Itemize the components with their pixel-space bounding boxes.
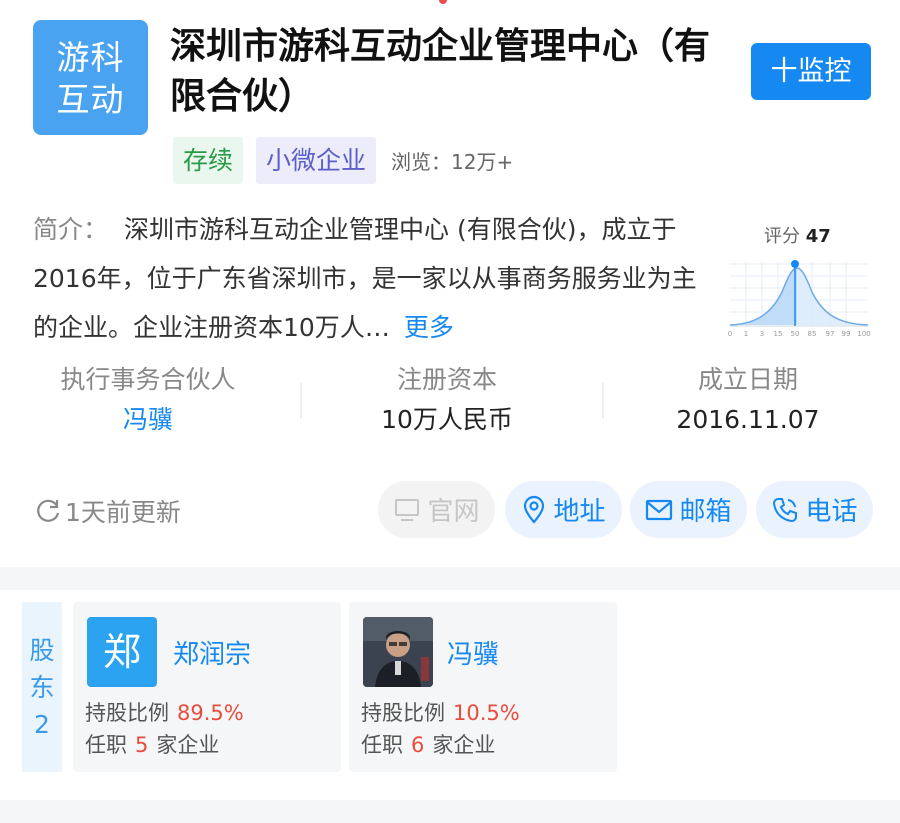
intro-text: 深圳市游科互动企业管理中心 (有限合伙)，成立于2016年，位于广东省深圳市，是… <box>33 215 697 342</box>
company-logo: 游科 互动 <box>33 20 148 135</box>
score-tick-0: 0 <box>728 330 732 338</box>
stat-value: 10万人民币 <box>381 405 513 434</box>
phone-label: 电话 <box>805 497 858 527</box>
stat-key: 注册资本 <box>396 365 497 394</box>
score-tick-8: 100 <box>857 330 870 338</box>
job-prefix: 任职 <box>361 733 403 757</box>
tag-row: 存续 小微企业 浏览：12万+ <box>173 137 513 184</box>
monitor-icon <box>395 498 420 521</box>
website-label: 官网 <box>427 497 480 527</box>
address-button[interactable]: 地址 <box>505 481 622 538</box>
size-badge: 小微企业 <box>256 137 377 184</box>
shareholder-section-label[interactable]: 股 东 2 <box>22 602 62 772</box>
shareholder-count: 2 <box>34 710 50 739</box>
score-tick-6: 97 <box>826 330 835 338</box>
label-char: 股 <box>29 636 55 665</box>
notification-dot <box>439 0 447 4</box>
score-label-text: 评分 <box>764 226 800 247</box>
intro-label: 简介： <box>33 215 109 244</box>
update-status[interactable]: 1天前更新 <box>33 493 181 529</box>
stat-partner[interactable]: 执行事务合伙人 冯骥 <box>3 360 293 440</box>
stat-capital: 注册资本 10万人民币 <box>302 360 592 440</box>
job-number: 6 <box>411 733 425 757</box>
share-ratio: 持股比例 10.5% <box>361 697 520 727</box>
shareholder-name[interactable]: 郑润宗 <box>173 634 251 671</box>
email-button[interactable]: 邮箱 <box>630 481 747 538</box>
shareholder-card[interactable]: 郑 郑润宗 持股比例 89.5% 任职 5 家企业 <box>73 602 341 772</box>
score-tick-5: 85 <box>808 330 817 338</box>
monitor-button[interactable]: 十监控 <box>751 43 871 100</box>
logo-line-2: 互动 <box>56 80 125 119</box>
share-value: 89.5% <box>177 701 244 725</box>
partner-link[interactable]: 冯骥 <box>3 400 293 440</box>
score-tick-4: 50 <box>791 330 800 338</box>
share-value: 10.5% <box>453 701 520 725</box>
stat-value: 2016.11.07 <box>676 405 820 434</box>
shareholder-name[interactable]: 冯骥 <box>447 634 499 671</box>
share-label: 持股比例 <box>361 701 445 725</box>
avatar-photo <box>363 617 433 687</box>
job-suffix: 家企业 <box>432 733 496 757</box>
status-badge: 存续 <box>173 137 244 184</box>
key-info-row: 执行事务合伙人 冯骥 注册资本 10万人民币 成立日期 2016.11.07 <box>0 360 900 450</box>
stat-founded: 成立日期 2016.11.07 <box>603 360 893 440</box>
phone-button[interactable]: 电话 <box>756 481 873 538</box>
score-tick-2: 3 <box>760 330 764 338</box>
score-tick-7: 99 <box>842 330 851 338</box>
job-number: 5 <box>135 733 149 757</box>
job-suffix: 家企业 <box>156 733 220 757</box>
job-prefix: 任职 <box>85 733 127 757</box>
intro-more-link[interactable]: 更多 <box>404 313 454 342</box>
score-label: 评分 47 <box>764 222 831 248</box>
score-widget[interactable]: 评分 47 0 1 3 15 50 85 97 99 100 <box>726 222 872 338</box>
share-ratio: 持股比例 89.5% <box>85 697 244 727</box>
update-text: 1天前更新 <box>65 498 181 527</box>
logo-line-1: 游科 <box>56 38 125 77</box>
stat-key: 成立日期 <box>697 365 798 394</box>
score-tick-3: 15 <box>774 330 783 338</box>
score-distribution-chart: 0 1 3 15 50 85 97 99 100 <box>728 260 871 338</box>
label-char: 东 <box>29 673 55 702</box>
company-title: 深圳市游科互动企业管理中心（有限合伙） <box>170 26 711 117</box>
avatar: 郑 <box>87 617 157 687</box>
refresh-icon <box>37 499 60 522</box>
email-label: 邮箱 <box>679 497 732 527</box>
view-count: 浏览：12万+ <box>391 150 514 174</box>
location-pin-icon <box>524 495 545 524</box>
job-count: 任职 6 家企业 <box>361 729 495 759</box>
company-intro: 简介： 深圳市游科互动企业管理中心 (有限合伙)，成立于2016年，位于广东省深圳… <box>33 205 708 352</box>
share-label: 持股比例 <box>85 701 169 725</box>
phone-icon <box>773 497 798 522</box>
mail-icon <box>646 499 673 520</box>
stat-key: 执行事务合伙人 <box>60 365 236 394</box>
address-label: 地址 <box>553 497 606 527</box>
website-button: 官网 <box>378 481 495 538</box>
section-divider <box>0 567 900 590</box>
section-divider <box>0 800 900 823</box>
job-count: 任职 5 家企业 <box>85 729 219 759</box>
score-value: 47 <box>805 226 831 247</box>
score-tick-1: 1 <box>744 330 748 338</box>
shareholder-card[interactable]: 冯骥 持股比例 10.5% 任职 6 家企业 <box>349 602 617 772</box>
